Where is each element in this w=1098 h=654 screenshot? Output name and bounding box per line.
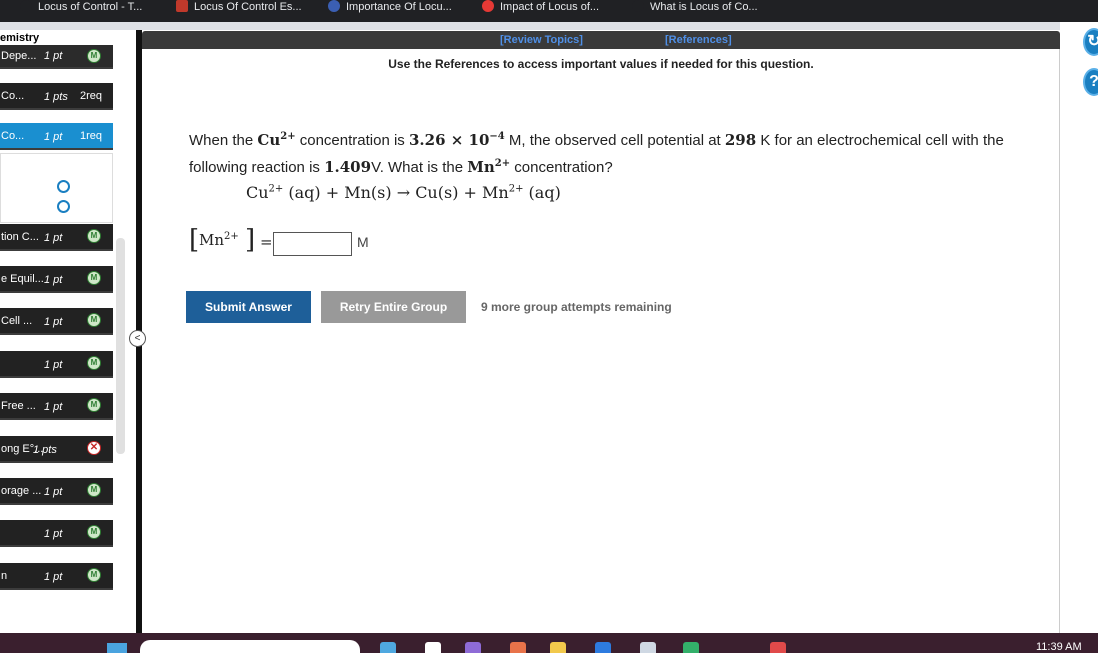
browser-tab[interactable]: Importance Of Locu... [328,0,478,14]
incorrect-badge-icon: ✕ [87,441,101,455]
question-text: When the Cu2+ concentration is 3.26 × 10… [189,131,1004,176]
answer-species: Mn2+ [199,231,239,249]
sidebar-item[interactable]: 1 pt M [0,520,113,547]
s-logo-icon [482,0,494,12]
references-link[interactable]: [References] [665,34,732,46]
equals-sign: = [260,233,273,251]
folder-icon[interactable] [550,642,566,653]
help-icon[interactable]: ? [1083,68,1098,96]
page-icon [632,0,644,12]
right-bracket: ] [245,225,256,255]
app-icon[interactable] [640,642,656,653]
mastered-badge-icon: M [87,271,101,285]
sidebar-item[interactable]: ong E°... 1 pts ✕ [0,436,113,463]
radio-button[interactable] [57,200,70,213]
mastered-badge-icon: M [87,356,101,370]
references-note: Use the References to access important v… [388,57,814,71]
sidebar-item[interactable]: Depe... 1 pt M [0,45,113,69]
radio-button[interactable] [57,180,70,193]
browser-icon[interactable] [683,642,699,653]
sidebar-item[interactable]: n 1 pt M [0,563,113,590]
browser-tab[interactable]: Locus of Control - T... [20,0,170,14]
question-toolbar: [Review Topics] [References] [142,31,1060,49]
retry-group-button[interactable]: Retry Entire Group [321,291,466,323]
reaction-equation: Cu2+ (aq) + Mn(s) → Cu(s) + Mn2+ (aq) [246,183,561,202]
sidebar-item[interactable]: e Equil... 1 pt M [0,266,113,293]
left-bracket: [ [189,225,200,255]
browser-tab-strip: Locus of Control - T... Locus Of Control… [0,0,1098,22]
sidebar-item-active[interactable]: Co... 1 pt 1req [0,123,113,150]
browser-tab[interactable]: What is Locus of Co... [632,0,782,14]
mastered-badge-icon: M [87,313,101,327]
app-icon[interactable] [425,642,441,653]
taskbar-clock: 11:39 AM [1036,641,1082,653]
dot-icon [20,0,32,12]
mastered-badge-icon: M [87,49,101,63]
circle-icon [328,0,340,12]
concentration-input[interactable] [273,232,352,256]
app-icon[interactable] [595,642,611,653]
sidebar-subquestions [0,153,113,223]
right-rail [1060,22,1098,633]
mastered-badge-icon: M [87,483,101,497]
sidebar-item[interactable]: Cell ... 1 pt M [0,308,113,335]
tab-underline [0,22,1098,30]
submit-answer-button[interactable]: Submit Answer [186,291,311,323]
app-icon[interactable] [465,642,481,653]
mastered-badge-icon: M [87,525,101,539]
sidebar-item[interactable]: orage ... 1 pt M [0,478,113,505]
refresh-icon[interactable]: ↻ [1083,28,1098,56]
app-icon[interactable] [380,642,396,653]
sidebar-item[interactable]: Co... 1 pts 2req [0,83,113,110]
taskbar-search[interactable] [140,640,360,654]
browser-tab[interactable]: Impact of Locus of... [482,0,632,14]
sidebar-scrollbar[interactable] [116,238,125,454]
app-icon[interactable] [510,642,526,653]
review-topics-link[interactable]: [Review Topics] [500,34,583,46]
sidebar-item[interactable]: Free ... 1 pt M [0,393,113,420]
mastered-badge-icon: M [87,398,101,412]
os-taskbar [0,633,1098,654]
unit-label: M [357,234,369,250]
sidebar-item[interactable]: tion C... 1 pt M [0,224,113,251]
attempts-remaining: 9 more group attempts remaining [481,300,672,314]
mastered-badge-icon: M [87,568,101,582]
app-icon[interactable] [770,642,786,653]
browser-tab[interactable]: Locus Of Control Es... [176,0,321,14]
mastered-badge-icon: M [87,229,101,243]
site-icon [176,0,188,12]
windows-start-icon[interactable] [107,643,127,653]
sidebar-item[interactable]: 1 pt M [0,351,113,378]
